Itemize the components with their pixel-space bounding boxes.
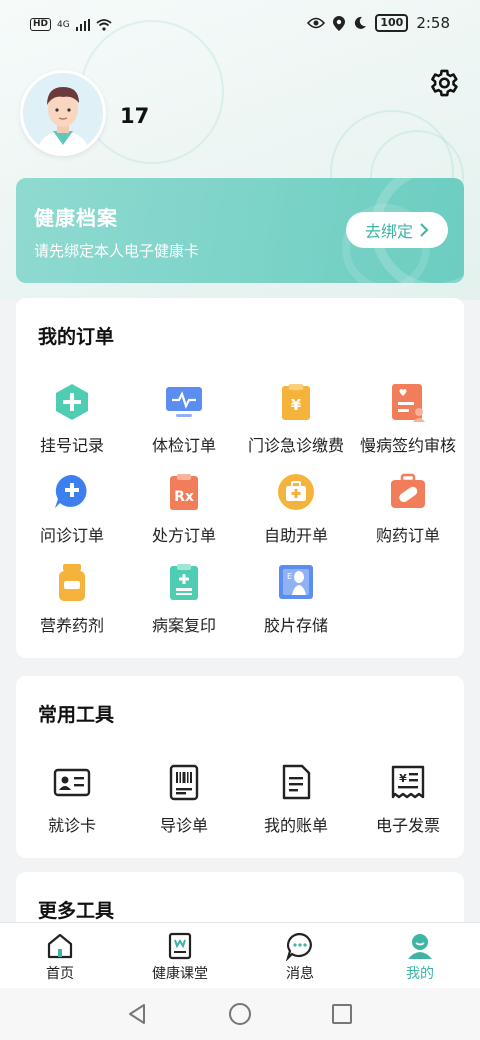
signal-icon xyxy=(75,18,90,31)
medical-record-icon xyxy=(170,564,198,600)
bill-icon xyxy=(282,764,311,800)
consult-chat-icon xyxy=(55,474,87,508)
id-card-icon xyxy=(53,768,91,797)
tool-item-label: 导诊单 xyxy=(159,816,208,835)
tab-profile[interactable]: 我的 xyxy=(360,923,480,989)
tool-item-label: 就诊卡 xyxy=(47,816,96,835)
common-tools-title: 常用工具 xyxy=(38,704,115,726)
home-circle-icon[interactable] xyxy=(228,1002,252,1026)
battery-indicator: 100 xyxy=(375,14,409,32)
order-item-label: 体检订单 xyxy=(151,436,216,455)
svg-text:Rx: Rx xyxy=(174,489,194,505)
prescription-icon: Rx xyxy=(170,474,198,510)
order-item-chronic[interactable]: 慢病签约审核 xyxy=(352,382,464,456)
avatar-illustration xyxy=(23,73,103,153)
common-tools-panel: 常用工具 就诊卡 导诊单 我的账单 ¥ 电子发票 xyxy=(16,676,464,858)
order-item-label: 处方订单 xyxy=(151,526,216,545)
order-item-label: 挂号记录 xyxy=(39,436,104,455)
pill-box-icon xyxy=(391,473,425,508)
settings-button[interactable] xyxy=(426,66,460,100)
order-item-label: 慢病签约审核 xyxy=(359,436,456,455)
my-orders-panel: 我的订单 挂号记录 体检订单 ¥ 门诊急诊缴费 慢病签约审核 问诊订单 Rx 处… xyxy=(16,298,464,658)
order-item-nutrition[interactable]: 营养药剂 xyxy=(16,562,128,636)
tool-item-guide-sheet[interactable]: 导诊单 xyxy=(128,762,240,836)
wifi-icon xyxy=(96,18,112,31)
system-navigation-bar xyxy=(0,988,480,1040)
health-record-title: 健康档案 xyxy=(34,206,118,230)
order-item-label: 问诊订单 xyxy=(39,526,104,545)
tab-home[interactable]: 首页 xyxy=(0,923,120,989)
avatar[interactable] xyxy=(20,70,106,156)
payment-clipboard-icon: ¥ xyxy=(282,384,310,420)
order-item-consult[interactable]: 问诊订单 xyxy=(16,472,128,546)
more-tools-title: 更多工具 xyxy=(38,900,115,922)
barcode-icon xyxy=(169,764,199,801)
network-type: 4G xyxy=(57,19,70,30)
svg-text:¥: ¥ xyxy=(399,772,407,785)
order-item-label: 营养药剂 xyxy=(39,616,104,635)
order-item-label: 购药订单 xyxy=(375,526,440,545)
home-icon xyxy=(47,933,73,959)
order-item-payment[interactable]: ¥ 门诊急诊缴费 xyxy=(240,382,352,456)
status-bar: HD 4G 100 2:58 xyxy=(0,0,480,52)
order-item-label: 胶片存储 xyxy=(263,616,328,635)
tab-label: 消息 xyxy=(286,966,314,982)
location-icon xyxy=(333,15,346,31)
profile-icon xyxy=(408,934,432,959)
order-item-register[interactable]: 挂号记录 xyxy=(16,382,128,456)
bind-card-button[interactable]: 去绑定 xyxy=(346,212,448,248)
health-record-subtitle: 请先绑定本人电子健康卡 xyxy=(34,242,200,260)
order-item-prescription[interactable]: Rx 处方订单 xyxy=(128,472,240,546)
bottom-tab-bar: 首页 健康课堂 消息 我的 xyxy=(0,922,480,989)
medical-kit-icon xyxy=(278,474,314,510)
tool-item-visit-card[interactable]: 就诊卡 xyxy=(16,762,128,836)
gear-icon xyxy=(431,69,458,97)
tab-label: 健康课堂 xyxy=(152,966,208,982)
svg-text:¥: ¥ xyxy=(291,396,302,414)
moon-icon xyxy=(355,16,367,29)
order-item-self-order[interactable]: 自助开单 xyxy=(240,472,352,546)
checkup-monitor-icon xyxy=(166,387,202,417)
tab-messages[interactable]: 消息 xyxy=(240,923,360,989)
tool-item-my-bill[interactable]: 我的账单 xyxy=(240,762,352,836)
message-icon xyxy=(285,932,312,962)
chevron-right-icon xyxy=(420,223,429,237)
order-item-label: 自助开单 xyxy=(263,526,328,545)
username: 17 xyxy=(120,104,150,128)
order-item-label: 病案复印 xyxy=(151,616,216,635)
svg-text:E: E xyxy=(287,572,292,581)
order-item-film[interactable]: E 胶片存储 xyxy=(240,562,352,636)
back-icon[interactable] xyxy=(126,1002,148,1026)
tab-health-class[interactable]: 健康课堂 xyxy=(120,923,240,989)
recents-square-icon[interactable] xyxy=(331,1003,353,1025)
health-record-card[interactable]: 健康档案 请先绑定本人电子健康卡 去绑定 xyxy=(16,178,464,283)
eye-icon xyxy=(307,17,326,29)
order-item-checkup[interactable]: 体检订单 xyxy=(128,382,240,456)
tool-item-label: 我的账单 xyxy=(263,816,328,835)
status-time: 2:58 xyxy=(416,14,450,32)
nutrition-bottle-icon xyxy=(59,564,85,601)
bind-card-label: 去绑定 xyxy=(364,222,413,241)
invoice-icon: ¥ xyxy=(391,765,425,799)
register-record-icon xyxy=(56,384,88,420)
hd-indicator: HD xyxy=(30,18,52,31)
film-xray-icon: E xyxy=(279,565,313,599)
tab-label: 我的 xyxy=(406,966,434,982)
tool-item-e-invoice[interactable]: ¥ 电子发票 xyxy=(352,762,464,836)
order-item-label: 门诊急诊缴费 xyxy=(247,436,344,455)
health-class-icon xyxy=(168,932,192,960)
chronic-contract-icon xyxy=(392,384,425,422)
order-item-record-copy[interactable]: 病案复印 xyxy=(128,562,240,636)
tool-item-label: 电子发票 xyxy=(375,816,440,835)
tab-label: 首页 xyxy=(46,966,74,982)
order-item-drug[interactable]: 购药订单 xyxy=(352,472,464,546)
my-orders-title: 我的订单 xyxy=(38,326,115,348)
